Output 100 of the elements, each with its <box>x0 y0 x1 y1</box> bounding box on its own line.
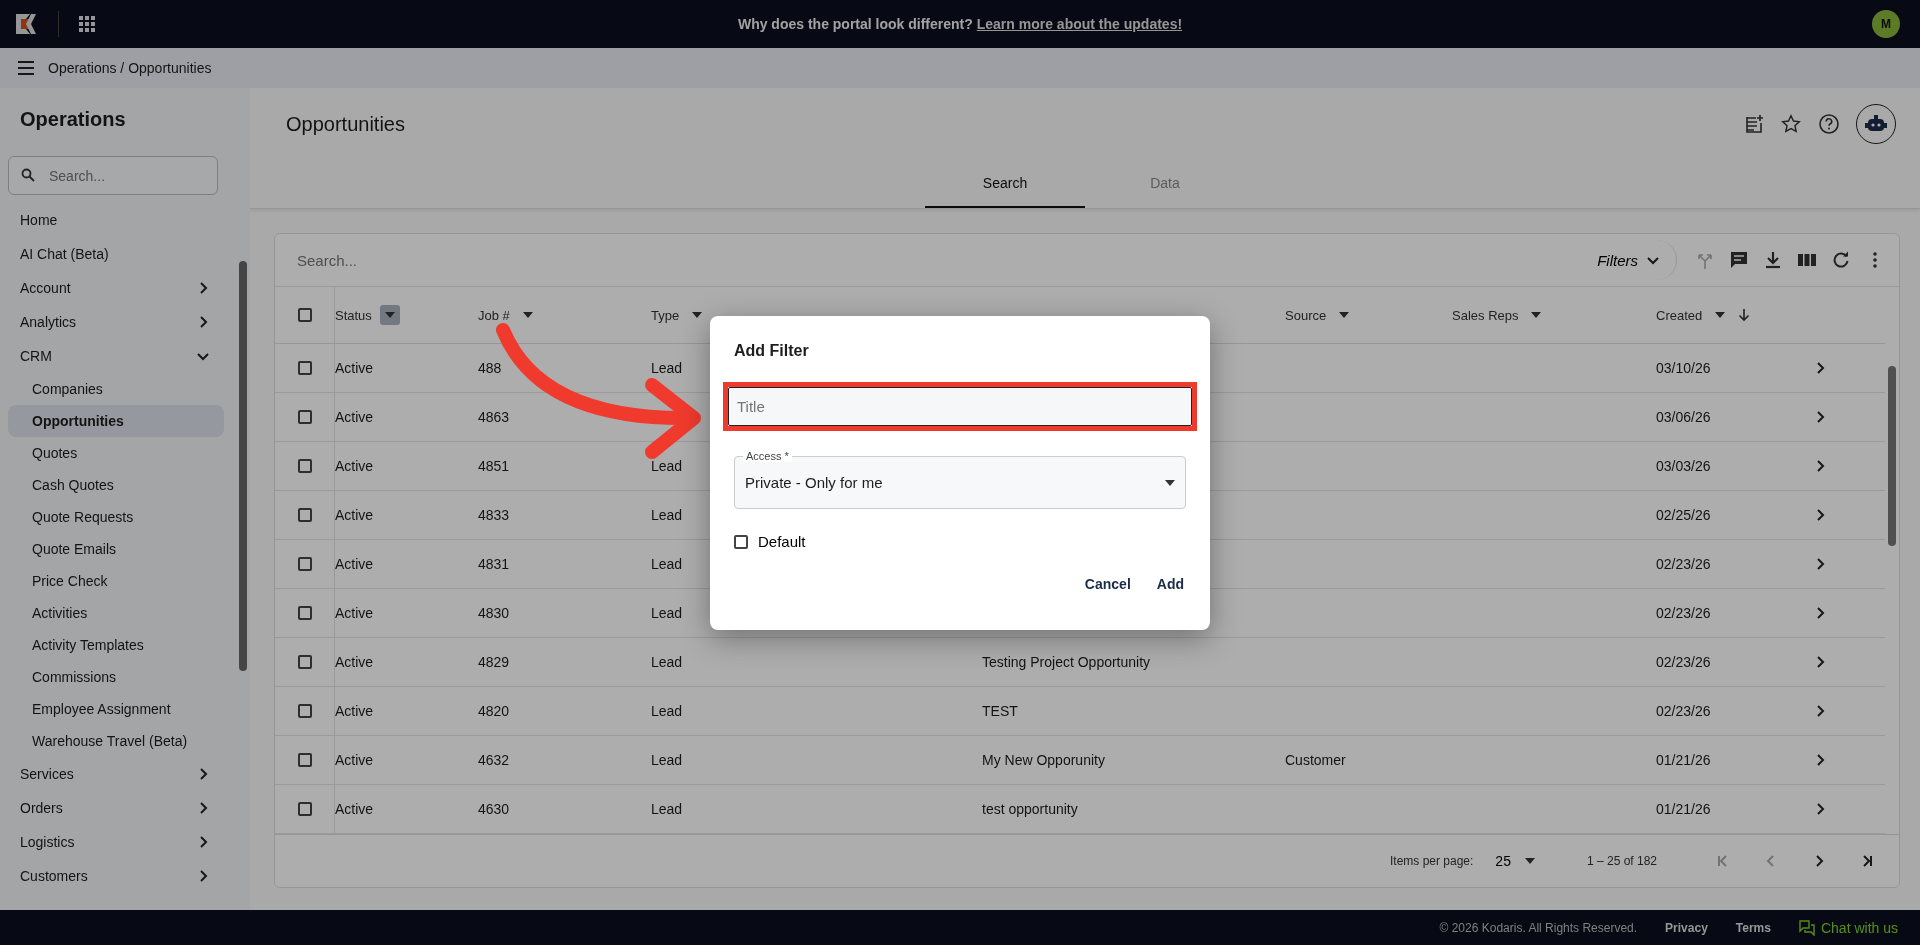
breadcrumb: Operations / Opportunities <box>48 60 212 76</box>
sidebar-item[interactable]: Home <box>0 203 224 237</box>
sidebar-item[interactable]: Quotes <box>8 437 224 469</box>
checkbox[interactable] <box>297 753 312 767</box>
column-header[interactable]: Created <box>1656 307 1703 323</box>
sidebar-item[interactable]: Account <box>0 271 224 305</box>
page-size-select[interactable]: 25 <box>1489 852 1541 870</box>
checkbox[interactable] <box>297 410 312 424</box>
column-header[interactable]: Source <box>1285 307 1327 323</box>
filters-button[interactable]: Filters <box>1591 240 1677 280</box>
caret-icon <box>1165 479 1175 486</box>
tab[interactable]: Search <box>925 160 1085 208</box>
checkbox[interactable] <box>297 557 312 571</box>
search-field[interactable]: Search... <box>8 156 218 195</box>
column-header[interactable]: Sales Reps <box>1452 307 1519 323</box>
sidebar-item[interactable]: Quote Emails <box>8 533 224 565</box>
table-cell: Active <box>335 605 374 621</box>
table-cell: 01/21/26 <box>1656 801 1711 817</box>
checkbox[interactable] <box>297 508 312 522</box>
table-cell: Active <box>335 654 374 670</box>
checkbox[interactable] <box>297 606 312 620</box>
column-menu-button[interactable] <box>379 305 400 325</box>
table-cell: 02/23/26 <box>1656 703 1711 719</box>
table-cell: Lead <box>651 360 683 376</box>
footer-link[interactable]: Privacy <box>1665 920 1708 935</box>
table-cell: 4632 <box>478 752 510 768</box>
table-cell: 4831 <box>478 556 510 572</box>
footer-link[interactable]: Terms <box>1735 920 1771 935</box>
table-cell: 4630 <box>478 801 510 817</box>
table-cell: Lead <box>651 507 683 523</box>
sidebar-item[interactable]: Customers <box>0 859 224 893</box>
menu-icon[interactable] <box>18 61 34 75</box>
items-per-page-label: Items per page: <box>1389 854 1474 868</box>
sort-arrow-icon[interactable] <box>1738 308 1751 322</box>
table-cell: Active <box>335 458 374 474</box>
sidebar-item[interactable]: Logistics <box>0 825 224 859</box>
caret-icon <box>1339 312 1350 318</box>
table-cell: Active <box>335 507 374 523</box>
sidebar-item[interactable]: Price Check <box>8 565 224 597</box>
column-header[interactable]: Status <box>335 307 372 323</box>
star-icon[interactable] <box>1780 113 1802 135</box>
search-icon <box>21 168 35 182</box>
checkbox[interactable] <box>297 802 312 816</box>
table-cell: 4851 <box>478 458 510 474</box>
table-cell: Lead <box>651 654 683 670</box>
logo-icon[interactable] <box>14 12 38 36</box>
table-cell: 03/03/26 <box>1656 458 1711 474</box>
table-cell: 4829 <box>478 654 510 670</box>
updates-link[interactable]: Learn more about the updates! <box>976 16 1183 32</box>
comment-icon[interactable] <box>1729 250 1749 270</box>
user-avatar[interactable]: M <box>1872 10 1900 38</box>
table-cell: 02/23/26 <box>1656 654 1711 670</box>
column-header[interactable]: Job # <box>478 307 510 323</box>
table-cell: Lead <box>651 801 683 817</box>
dialog-button[interactable]: Add <box>1154 572 1186 596</box>
checkbox[interactable] <box>297 308 312 322</box>
checkbox[interactable] <box>297 361 312 375</box>
sidebar-item[interactable]: Commissions <box>8 661 224 693</box>
help-icon[interactable] <box>1818 113 1840 135</box>
table-cell: Lead <box>651 703 683 719</box>
sidebar-title: Operations <box>19 107 127 132</box>
sidebar-item[interactable]: Warehouse Travel (Beta) <box>8 725 224 757</box>
dialog-button[interactable]: Cancel <box>1082 572 1133 596</box>
refresh-icon[interactable] <box>1831 250 1851 270</box>
default-checkbox[interactable]: Default <box>734 533 1186 550</box>
download-icon[interactable] <box>1763 250 1783 270</box>
page-range: 1 – 25 of 182 <box>1586 854 1657 868</box>
caret-icon <box>1531 312 1542 318</box>
sidebar-item[interactable]: Services <box>0 757 224 791</box>
table-cell: 4833 <box>478 507 510 523</box>
sidebar-item[interactable]: AI Chat (Beta) <box>0 237 224 271</box>
table-search-field[interactable]: Search... <box>295 250 699 270</box>
sidebar-item[interactable]: Analytics <box>0 305 224 339</box>
chat-icon <box>1798 919 1815 936</box>
table-cell: Lead <box>651 752 683 768</box>
table-cell: TEST <box>982 703 1018 719</box>
sidebar-item[interactable]: Cash Quotes <box>8 469 224 501</box>
note-add-icon[interactable] <box>1744 114 1764 134</box>
robot-icon <box>1865 114 1887 134</box>
sidebar-item[interactable]: Activity Templates <box>8 629 224 661</box>
table-cell: test opportunity <box>982 801 1078 817</box>
sidebar-item[interactable]: Employee Assignment <box>8 693 224 725</box>
chat-link[interactable]: Chat with us <box>1798 919 1898 936</box>
sidebar-item[interactable]: Orders <box>0 791 224 825</box>
table-cell: 4820 <box>478 703 510 719</box>
sidebar-item[interactable]: CRM <box>0 339 224 373</box>
sidebar-item[interactable]: Companies <box>8 373 224 405</box>
table-cell: Lead <box>651 605 683 621</box>
checkbox[interactable] <box>297 459 312 473</box>
table-cell: Active <box>335 752 374 768</box>
sidebar-item[interactable]: Opportunities <box>8 405 224 437</box>
checkbox[interactable] <box>297 655 312 669</box>
announcement-text: Why does the portal look different? Learn more about the updates! <box>737 16 1183 32</box>
checkbox[interactable] <box>297 704 312 718</box>
column-header[interactable]: Type <box>651 307 680 323</box>
table-cell: 02/23/26 <box>1656 605 1711 621</box>
sidebar-item[interactable]: Quote Requests <box>8 501 224 533</box>
apps-grid-icon[interactable] <box>79 16 95 32</box>
sidebar-item[interactable]: Activities <box>8 597 224 629</box>
title-input-field[interactable]: Title <box>728 387 1192 426</box>
